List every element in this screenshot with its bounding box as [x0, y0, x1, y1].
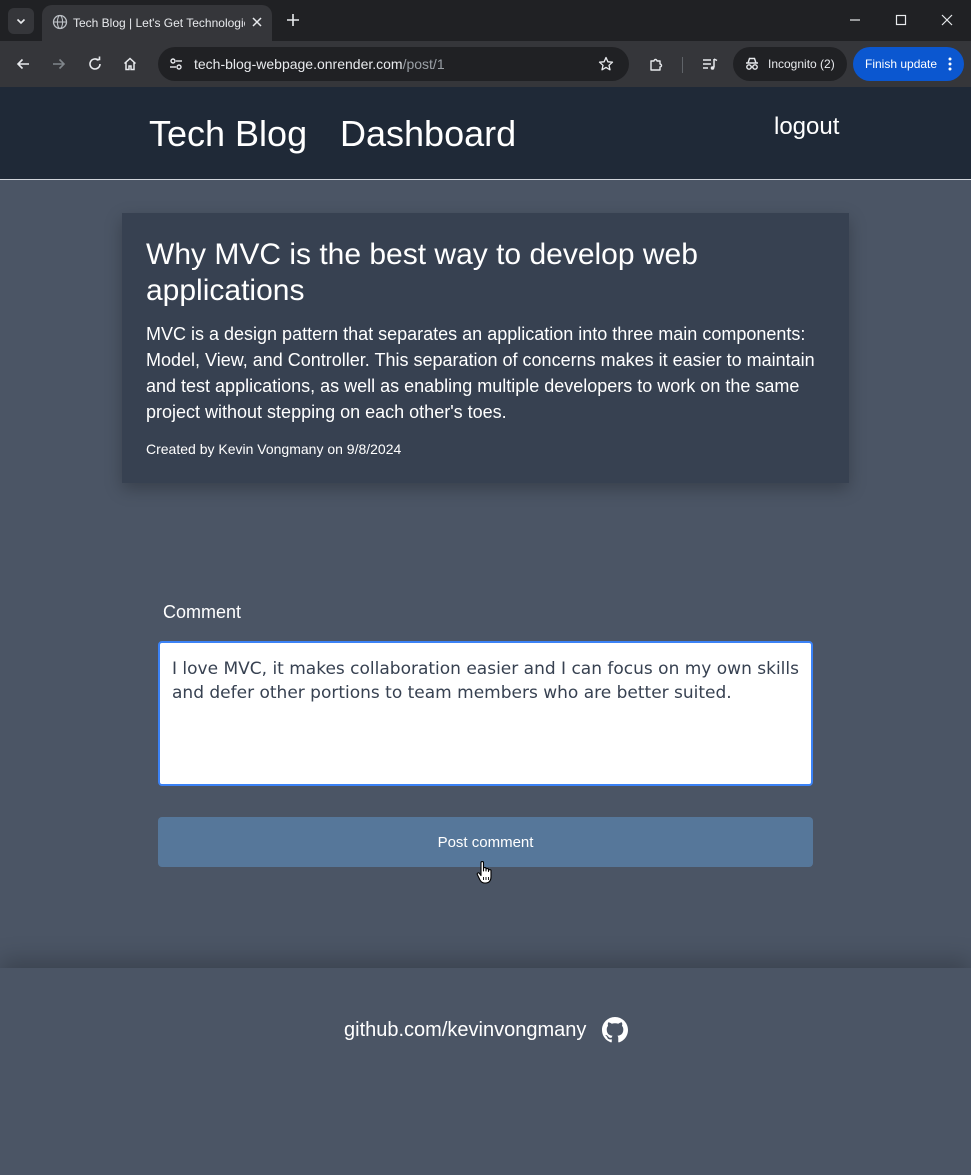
url-host: tech-blog-webpage.onrender.com — [194, 56, 403, 72]
browser-tab[interactable]: Tech Blog | Let's Get Technological — [42, 5, 272, 41]
bookmark-star-icon[interactable] — [594, 52, 618, 76]
tab-search-chevron-icon[interactable] — [8, 8, 34, 34]
extensions-puzzle-icon[interactable] — [643, 51, 669, 77]
more-options-icon[interactable] — [948, 57, 952, 71]
address-bar[interactable]: tech-blog-webpage.onrender.com/post/1 — [158, 47, 629, 81]
close-tab-icon[interactable] — [248, 13, 266, 31]
post-card: Why MVC is the best way to develop web a… — [122, 213, 849, 483]
media-controls-icon[interactable] — [697, 51, 723, 77]
github-profile-link[interactable]: github.com/kevinvongmany — [344, 1017, 586, 1043]
close-window-icon[interactable] — [934, 8, 960, 32]
comment-textarea[interactable]: I love MVC, it makes collaboration easie… — [158, 641, 813, 786]
reload-icon[interactable] — [82, 51, 108, 77]
back-arrow-icon[interactable] — [10, 51, 36, 77]
hand-pointer-cursor-icon — [476, 860, 492, 884]
post-body: MVC is a design pattern that separates a… — [146, 324, 815, 422]
toolbar-divider — [682, 57, 683, 73]
site-footer: github.com/kevinvongmany — [0, 968, 971, 1175]
globe-icon — [52, 14, 68, 30]
finish-update-label: Finish update — [865, 57, 938, 71]
browser-toolbar: tech-blog-webpage.onrender.com/post/1 In… — [0, 41, 971, 87]
incognito-icon — [746, 57, 758, 70]
site-header: Tech Blog Dashboard logout — [0, 87, 971, 180]
forward-arrow-icon[interactable] — [46, 51, 72, 77]
post-meta: Created by Kevin Vongmany on 9/8/2024 — [146, 441, 402, 457]
home-icon[interactable] — [117, 51, 143, 77]
tab-title: Tech Blog | Let's Get Technological — [73, 16, 245, 30]
incognito-label: Incognito (2) — [768, 57, 835, 71]
browser-tab-strip: Tech Blog | Let's Get Technological — [0, 0, 971, 41]
maximize-icon[interactable] — [888, 8, 914, 32]
brand-link[interactable]: Tech Blog — [149, 113, 307, 155]
comment-label: Comment — [163, 602, 242, 622]
new-tab-plus-icon[interactable] — [282, 9, 304, 31]
github-icon[interactable] — [602, 1017, 628, 1043]
dashboard-link[interactable]: Dashboard — [340, 113, 516, 155]
minimize-icon[interactable] — [842, 8, 868, 32]
post-title: Why MVC is the best way to develop web a… — [146, 238, 698, 307]
url-path: /post/1 — [402, 56, 445, 72]
incognito-indicator[interactable]: Incognito (2) — [733, 47, 847, 81]
site-info-tune-icon[interactable] — [164, 52, 188, 76]
finish-update-button[interactable]: Finish update — [853, 47, 964, 81]
logout-link[interactable]: logout — [774, 112, 839, 142]
url-text[interactable]: tech-blog-webpage.onrender.com/post/1 — [194, 55, 445, 73]
